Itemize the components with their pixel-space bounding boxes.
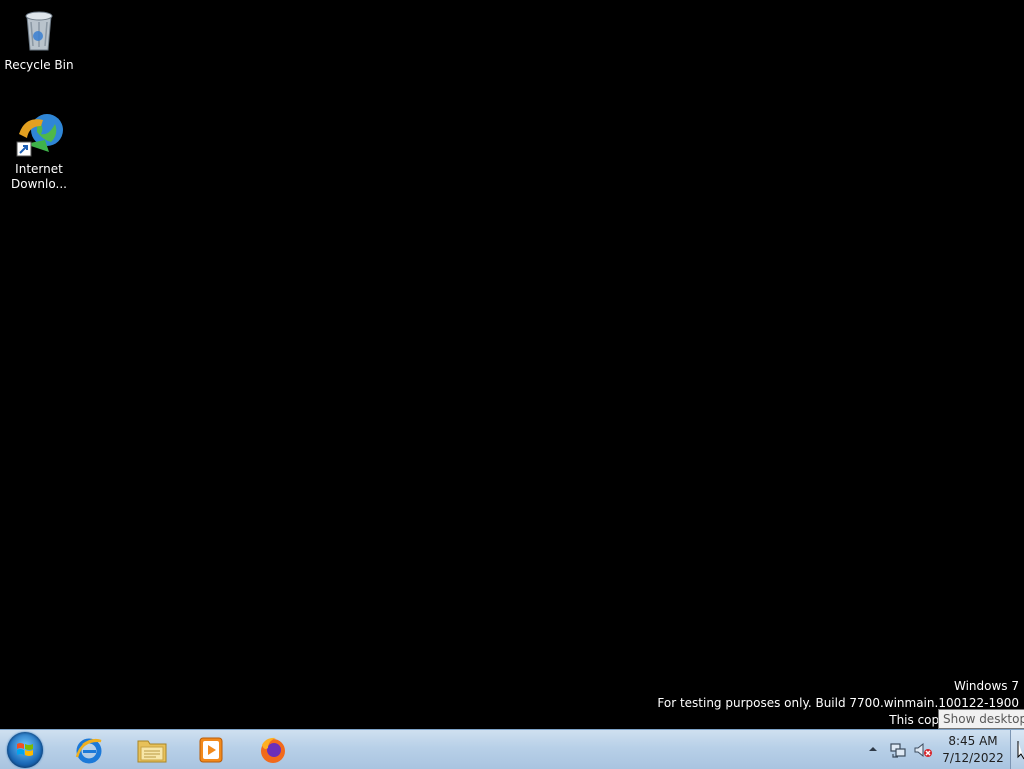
windows-flag-icon [17,743,33,756]
recycle-bin-label: Recycle Bin [4,58,74,72]
desktop-icon-recycle-bin[interactable]: Recycle Bin [1,6,77,73]
taskbar: 8:45 AM 7/12/2022 [0,729,1024,769]
internet-download-manager-icon [15,110,63,158]
internet-explorer-icon [75,738,102,764]
taskbar-internet-explorer-button[interactable] [62,732,116,768]
network-icon[interactable] [889,741,907,759]
desktop-icon-internet-download-manager[interactable]: Internet Downlo... [1,110,77,192]
folder-icon [137,740,167,763]
mouse-cursor-icon [1017,741,1024,760]
desktop[interactable]: Recycle Bin Internet Downlo... Windows 7… [0,0,1024,729]
start-button[interactable] [7,732,43,768]
taskbar-clock[interactable]: 8:45 AM 7/12/2022 [940,733,1006,767]
media-player-icon [199,737,223,763]
taskbar-media-player-button[interactable] [184,732,238,768]
volume-muted-icon[interactable] [913,741,933,759]
internet-download-manager-label: Internet Downlo... [11,162,67,191]
show-desktop-tooltip: Show desktop [938,709,1024,729]
show-hidden-icons-arrow-icon[interactable] [866,742,880,756]
recycle-bin-icon [15,6,63,54]
firefox-icon [261,737,285,763]
clock-time: 8:45 AM [948,734,998,748]
clock-date: 7/12/2022 [942,751,1004,765]
taskbar-firefox-button[interactable] [246,732,300,768]
taskbar-windows-explorer-button[interactable] [124,732,178,768]
watermark-line-1: Windows 7 [953,679,1019,693]
